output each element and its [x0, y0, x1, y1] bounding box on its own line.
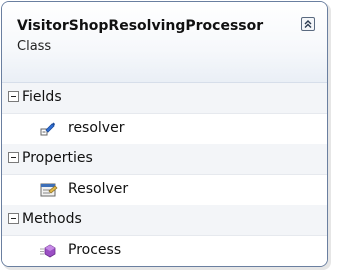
section-label: Fields [22, 89, 62, 105]
property-icon [40, 182, 58, 198]
member-method-process[interactable]: Process [2, 236, 327, 266]
class-kind: Class [17, 39, 52, 54]
member-label: resolver [68, 120, 125, 136]
method-icon [40, 243, 56, 259]
member-label: Resolver [68, 181, 129, 197]
double-chevron-up-icon[interactable] [301, 17, 315, 31]
section-fields[interactable]: Fields [2, 83, 327, 114]
class-diagram-box[interactable]: VisitorShopResolvingProcessor Class Fiel… [1, 1, 328, 267]
section-label: Properties [22, 150, 93, 166]
class-header: VisitorShopResolvingProcessor Class [2, 2, 327, 83]
class-body: Fields resolver Properties Resolver Meth… [2, 83, 327, 266]
section-label: Methods [22, 211, 82, 227]
member-property-resolver[interactable]: Resolver [2, 175, 327, 205]
section-properties[interactable]: Properties [2, 144, 327, 175]
member-label: Process [68, 242, 122, 258]
member-field-resolver[interactable]: resolver [2, 114, 327, 144]
section-methods[interactable]: Methods [2, 205, 327, 236]
minus-box-icon[interactable] [8, 213, 19, 224]
field-icon [40, 121, 56, 137]
minus-box-icon[interactable] [8, 91, 19, 102]
minus-box-icon[interactable] [8, 152, 19, 163]
class-name: VisitorShopResolvingProcessor [17, 18, 264, 34]
